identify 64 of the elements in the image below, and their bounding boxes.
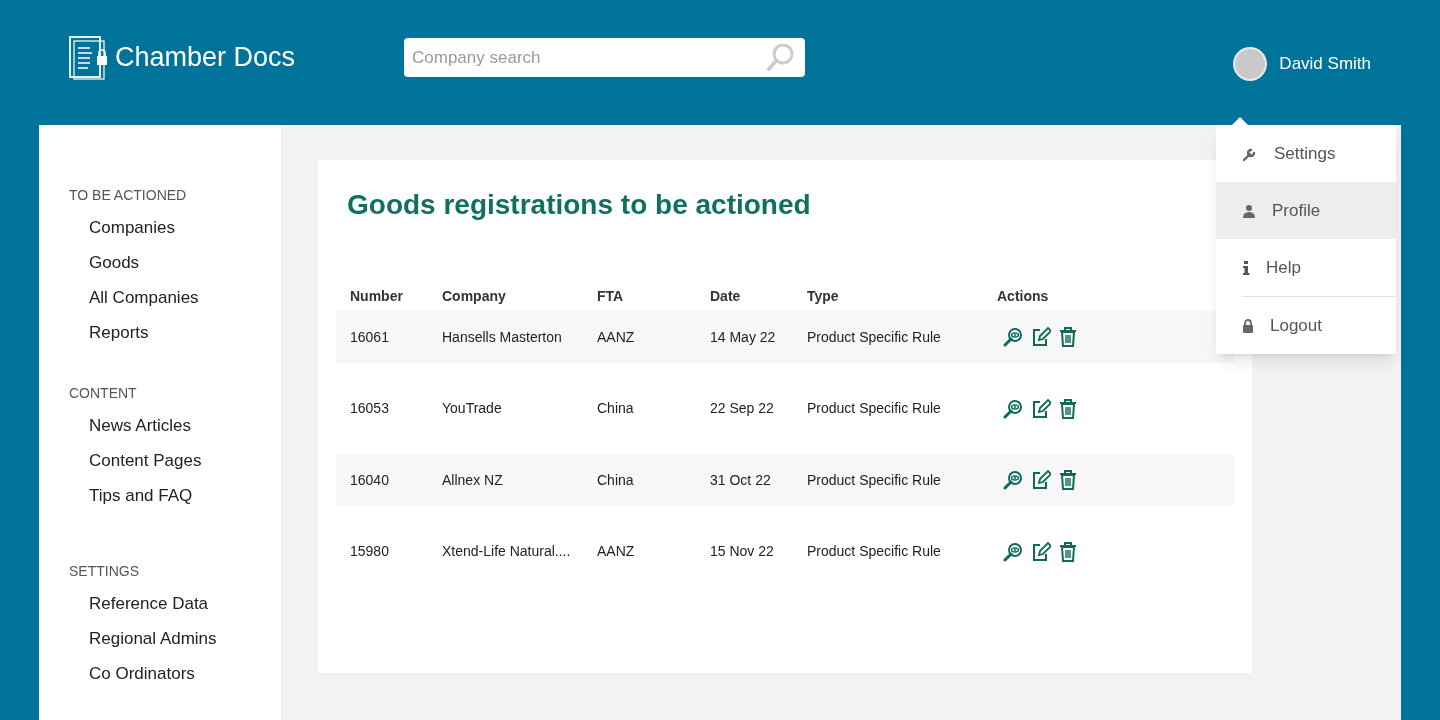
lock-icon	[1242, 318, 1254, 333]
delete-icon[interactable]	[1059, 398, 1077, 419]
page-title: Goods registrations to be actioned	[346, 188, 812, 222]
sidebar-item[interactable]: Tips and FAQ	[69, 478, 281, 513]
sidebar-item[interactable]: Companies	[69, 210, 281, 245]
table-cell-text: Product Specific Rule	[807, 327, 942, 347]
sidebar-item[interactable]: All Companies	[69, 280, 281, 315]
edit-icon[interactable]	[1031, 327, 1051, 347]
app-logo[interactable]: Chamber Docs	[115, 44, 296, 71]
delete-icon[interactable]	[1059, 327, 1077, 347]
table-cell-text: 15980	[350, 542, 390, 561]
table-cell-text: 16040	[350, 470, 390, 490]
view-icon[interactable]	[1003, 541, 1023, 562]
edit-icon[interactable]	[1031, 398, 1051, 419]
table-cell-text: 16053	[350, 399, 390, 418]
table-cell-text: China	[597, 470, 635, 490]
sidebar-item[interactable]: News Articles	[69, 408, 281, 443]
table-cell-text: Xtend-Life Natural....	[442, 542, 572, 561]
table-cell-text: AANZ	[597, 327, 636, 347]
sidebar-item[interactable]: Content Pages	[69, 443, 281, 478]
user-name[interactable]: David Smith	[1279, 50, 1371, 77]
menu-pointer	[1232, 117, 1248, 125]
section-heading: TO BE ACTIONED	[69, 186, 188, 205]
table-cell-text: AANZ	[597, 542, 636, 561]
person-icon	[1242, 203, 1256, 218]
column-header: Number	[350, 286, 404, 306]
delete-icon[interactable]	[1059, 541, 1077, 562]
sidebar-item[interactable]: Goods	[69, 245, 281, 280]
table-cell-text: Allnex NZ	[442, 470, 504, 490]
column-header: Company	[442, 286, 507, 306]
table-cell-text: Hansells Masterton	[442, 327, 563, 347]
view-icon[interactable]	[1003, 470, 1023, 490]
menu-item[interactable]: Logout	[1216, 297, 1396, 354]
section-heading: CONTENT	[69, 384, 138, 403]
table-cell-text: Product Specific Rule	[807, 542, 942, 561]
table-cell-text: Product Specific Rule	[807, 470, 942, 490]
view-icon[interactable]	[1003, 327, 1023, 347]
sidebar-item[interactable]: Reports	[69, 315, 281, 350]
table-cell-text: 16061	[350, 327, 390, 347]
column-header: Date	[710, 286, 742, 306]
column-header: Actions	[997, 286, 1050, 306]
table-cell-text: 14 May 22	[710, 327, 777, 347]
avatar[interactable]	[1233, 46, 1268, 81]
column-header: FTA	[597, 286, 625, 306]
edit-icon[interactable]	[1031, 470, 1051, 490]
column-header: Type	[807, 286, 840, 306]
table-cell-text: China	[597, 399, 635, 418]
table-cell-text: 31 Oct 22	[710, 470, 772, 490]
table-cell-text: YouTrade	[442, 399, 503, 418]
table-cell-text: 15 Nov 22	[710, 542, 775, 561]
menu-item[interactable]: Help	[1216, 239, 1396, 296]
table-cell-text: Product Specific Rule	[807, 399, 942, 418]
sidebar-item[interactable]: Reference Data	[69, 586, 281, 621]
menu-item[interactable]: Settings	[1216, 125, 1396, 182]
delete-icon[interactable]	[1059, 470, 1077, 490]
section-heading: SETTINGS	[69, 562, 140, 581]
sidebar-item[interactable]: Co Ordinators	[69, 656, 281, 691]
info-icon	[1242, 260, 1250, 275]
view-icon[interactable]	[1003, 398, 1023, 419]
search-field[interactable]: Company search	[404, 38, 805, 77]
menu-item[interactable]: Profile	[1216, 182, 1396, 239]
sidebar-item[interactable]: Regional Admins	[69, 621, 281, 656]
table-cell-text: 22 Sep 22	[710, 399, 775, 418]
edit-icon[interactable]	[1031, 541, 1051, 562]
